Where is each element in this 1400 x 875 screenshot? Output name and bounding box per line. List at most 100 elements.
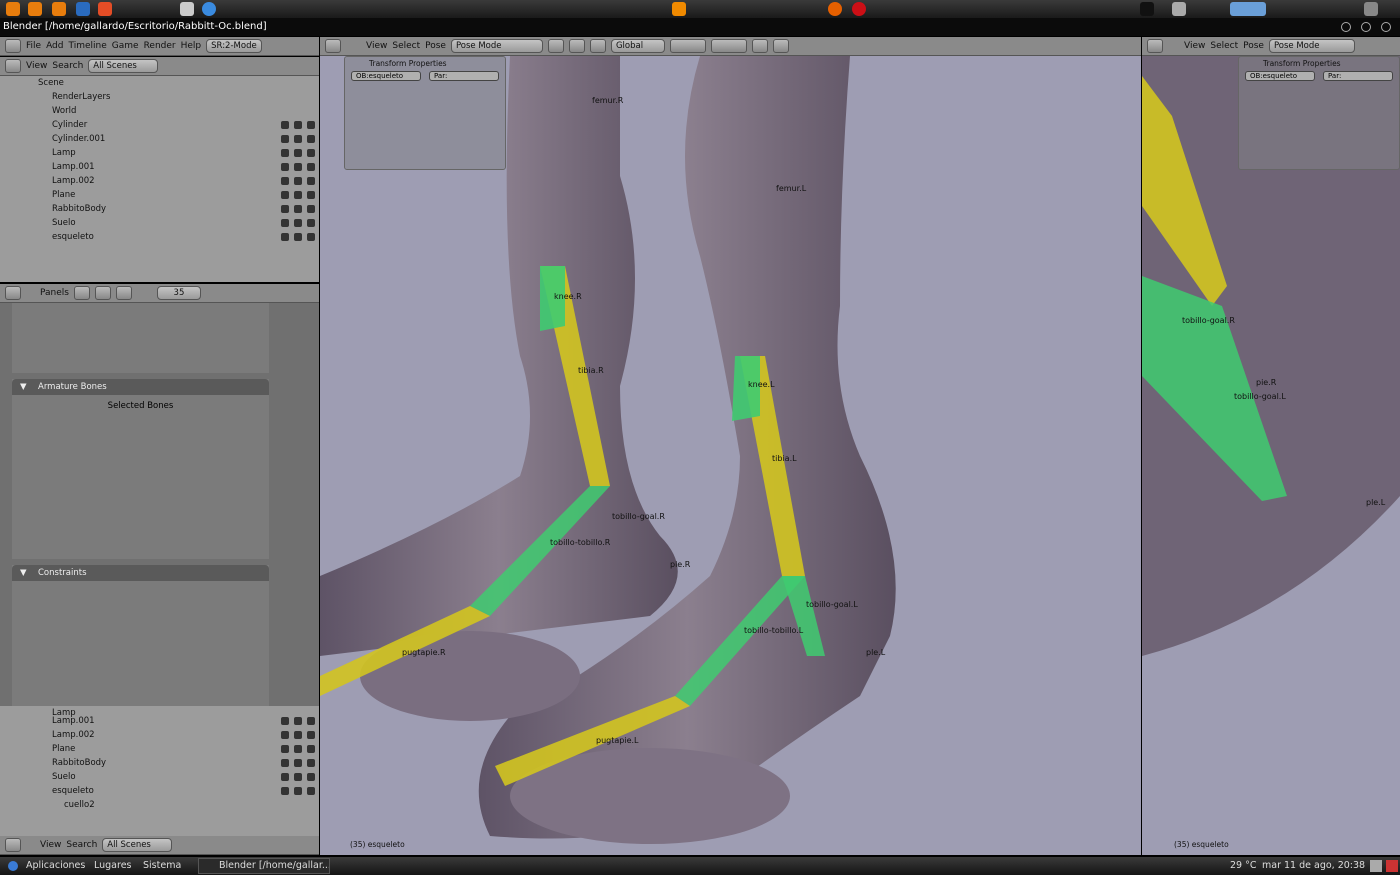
visibility-icons[interactable]	[281, 745, 315, 753]
menu-file[interactable]: File	[26, 41, 41, 51]
tray-icon[interactable]	[1140, 2, 1154, 16]
outliner2-view-menu[interactable]: View	[40, 840, 61, 850]
outliner-search-menu[interactable]: Search	[52, 61, 83, 71]
viewport-editor-icon[interactable]	[325, 39, 341, 53]
outliner-row-suelo[interactable]: Suelo	[52, 216, 76, 230]
visibility-icons[interactable]	[281, 149, 315, 157]
constraints-title[interactable]: Constraints	[12, 565, 269, 581]
visibility-icons[interactable]	[281, 731, 315, 739]
blender-launcher-icon[interactable]	[6, 2, 20, 16]
outliner2-row-esqueleto[interactable]: esqueleto	[52, 784, 94, 798]
visibility-icons[interactable]	[281, 191, 315, 199]
viewport-view-menu[interactable]: View	[366, 41, 387, 51]
globe-icon[interactable]	[202, 2, 216, 16]
vlc-icon[interactable]	[672, 2, 686, 16]
blender-launcher-icon-2[interactable]	[28, 2, 42, 16]
maximize-button[interactable]	[1361, 22, 1371, 32]
calculator-icon[interactable]	[1364, 2, 1378, 16]
viewport-right[interactable]: Transform Properties OB:esqueleto Par: t…	[1142, 56, 1400, 855]
outliner2-editor-icon[interactable]	[5, 838, 21, 852]
visibility-icons[interactable]	[281, 759, 315, 767]
outliner-view-menu[interactable]: View	[26, 61, 47, 71]
outliner-row-world[interactable]: World	[52, 104, 76, 118]
html5-launcher-icon[interactable]	[98, 2, 112, 16]
opera-icon[interactable]	[852, 2, 866, 16]
outliner-row-scene[interactable]: Scene	[38, 76, 64, 90]
firefox-icon[interactable]	[828, 2, 842, 16]
viewport-right-view-menu[interactable]: View	[1184, 41, 1205, 51]
buttons-editor-icon[interactable]	[5, 286, 21, 300]
menu-system[interactable]: Sistema	[143, 857, 181, 875]
outliner-row-lamp002[interactable]: Lamp.002	[52, 174, 95, 188]
layers-icon[interactable]	[669, 39, 706, 53]
visibility-icons[interactable]	[281, 163, 315, 171]
logic-context-icon[interactable]	[73, 286, 90, 300]
trash-icon[interactable]	[1386, 860, 1398, 872]
orientation-select[interactable]: Global	[610, 39, 665, 53]
outliner-scope-select[interactable]: All Scenes	[88, 59, 159, 73]
visibility-icons[interactable]	[281, 121, 315, 129]
outliner2-row-plane[interactable]: Plane	[52, 742, 75, 756]
panels-menu[interactable]: Panels	[40, 288, 69, 298]
outliner2-row-suelo[interactable]: Suelo	[52, 770, 76, 784]
ob-field[interactable]: OB:esqueleto	[351, 71, 421, 81]
ob-field-right[interactable]: OB:esqueleto	[1245, 71, 1315, 81]
pivot-icon[interactable]	[568, 39, 585, 53]
menu-applications[interactable]: Aplicaciones	[26, 857, 85, 875]
clock[interactable]: mar 11 de ago, 20:38	[1262, 857, 1365, 875]
visibility-icons[interactable]	[281, 219, 315, 227]
outliner-row-rabbitobody[interactable]: RabbitoBody	[52, 202, 106, 216]
frame-field[interactable]: 35	[156, 286, 201, 300]
minimize-button[interactable]	[1341, 22, 1351, 32]
manipulator-icon[interactable]	[589, 39, 606, 53]
outliner-row-plane[interactable]: Plane	[52, 188, 75, 202]
viewport-right-mode-select[interactable]: Pose Mode	[1268, 39, 1355, 53]
outliner-row-cylinder[interactable]: Cylinder	[52, 118, 87, 132]
viewport-right-select-menu[interactable]: Select	[1210, 41, 1238, 51]
outliner2-scope-select[interactable]: All Scenes	[102, 838, 173, 852]
app-launcher-icon[interactable]	[76, 2, 90, 16]
outliner-row-lamp001[interactable]: Lamp.001	[52, 160, 95, 174]
outliner2-row-lamp001[interactable]: Lamp.001	[52, 714, 95, 728]
workspace-switcher[interactable]	[1230, 2, 1266, 16]
screen-selector[interactable]: SR:2-Mode	[206, 39, 262, 53]
menu-add[interactable]: Add	[46, 41, 63, 51]
outliner-row-esqueleto[interactable]: esqueleto	[52, 230, 94, 244]
show-desktop-icon[interactable]	[1370, 860, 1382, 872]
par-field[interactable]: Par:	[429, 71, 499, 81]
render-icon[interactable]	[772, 39, 789, 53]
visibility-icons[interactable]	[281, 177, 315, 185]
draw-type-icon[interactable]	[547, 39, 564, 53]
visibility-icons[interactable]	[281, 787, 315, 795]
viewport-right-editor-icon[interactable]	[1147, 39, 1163, 53]
info-editor-icon[interactable]	[5, 39, 21, 53]
taskbar-blender-task[interactable]: Blender [/home/gallar...	[198, 858, 330, 874]
outliner2-row-lamp002[interactable]: Lamp.002	[52, 728, 95, 742]
outliner2-search-menu[interactable]: Search	[66, 840, 97, 850]
menu-game[interactable]: Game	[112, 41, 139, 51]
menu-render[interactable]: Render	[144, 41, 176, 51]
object-context-icon[interactable]	[94, 286, 111, 300]
viewport-right-pose-menu[interactable]: Pose	[1243, 41, 1264, 51]
outliner-row-renderlayers[interactable]: RenderLayers	[52, 90, 110, 104]
outliner2-row-rabbitobody[interactable]: RabbitoBody	[52, 756, 106, 770]
armature-bones-title[interactable]: Armature Bones	[12, 379, 269, 395]
visibility-icons[interactable]	[281, 717, 315, 725]
tray-icon-2[interactable]	[1172, 2, 1186, 16]
layers-icon-2[interactable]	[710, 39, 747, 53]
menu-help[interactable]: Help	[181, 41, 202, 51]
menu-places[interactable]: Lugares	[94, 857, 132, 875]
par-field-right[interactable]: Par:	[1323, 71, 1393, 81]
blender-launcher-icon-3[interactable]	[52, 2, 66, 16]
menu-timeline[interactable]: Timeline	[69, 41, 107, 51]
outliner-editor-icon[interactable]	[5, 59, 21, 73]
visibility-icons[interactable]	[281, 233, 315, 241]
editing-context-icon[interactable]	[115, 286, 132, 300]
viewport-3d[interactable]: Transform Properties OB:esqueleto Par: f…	[320, 56, 1141, 855]
outliner-row-lamp[interactable]: Lamp	[52, 146, 76, 160]
gnome-foot-icon[interactable]	[8, 861, 18, 871]
viewport-pose-menu[interactable]: Pose	[425, 41, 446, 51]
terminal-icon[interactable]	[180, 2, 194, 16]
visibility-icons[interactable]	[281, 135, 315, 143]
visibility-icons[interactable]	[281, 205, 315, 213]
